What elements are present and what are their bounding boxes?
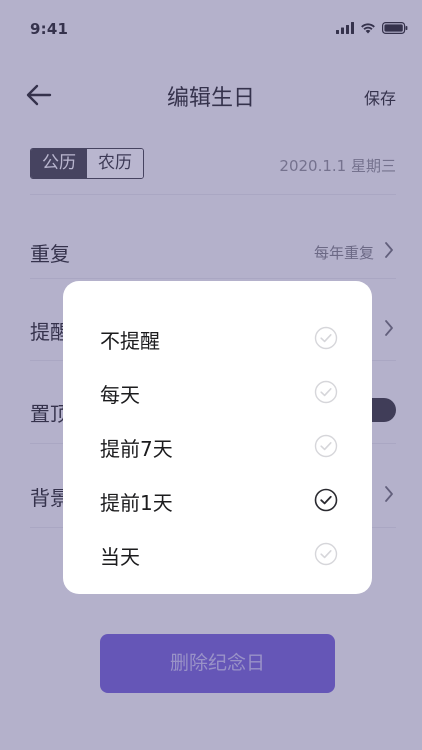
reminder-option[interactable]: 不提醒 (63, 311, 372, 365)
reminder-options-popup: 不提醒 每天 提前7天 提前1天 当天 (63, 281, 372, 594)
option-label: 当天 (100, 545, 140, 569)
option-label: 提前1天 (100, 491, 173, 515)
reminder-option[interactable]: 当天 (63, 527, 372, 581)
option-label: 每天 (100, 383, 140, 407)
check-circle-icon (314, 542, 338, 566)
reminder-option[interactable]: 提前7天 (63, 419, 372, 473)
check-circle-icon (314, 488, 338, 512)
check-circle-icon (314, 434, 338, 458)
reminder-option-selected[interactable]: 提前1天 (63, 473, 372, 527)
option-label: 提前7天 (100, 437, 173, 461)
check-circle-icon (314, 326, 338, 350)
option-label: 不提醒 (100, 329, 160, 353)
reminder-option[interactable]: 每天 (63, 365, 372, 419)
check-circle-icon (314, 380, 338, 404)
